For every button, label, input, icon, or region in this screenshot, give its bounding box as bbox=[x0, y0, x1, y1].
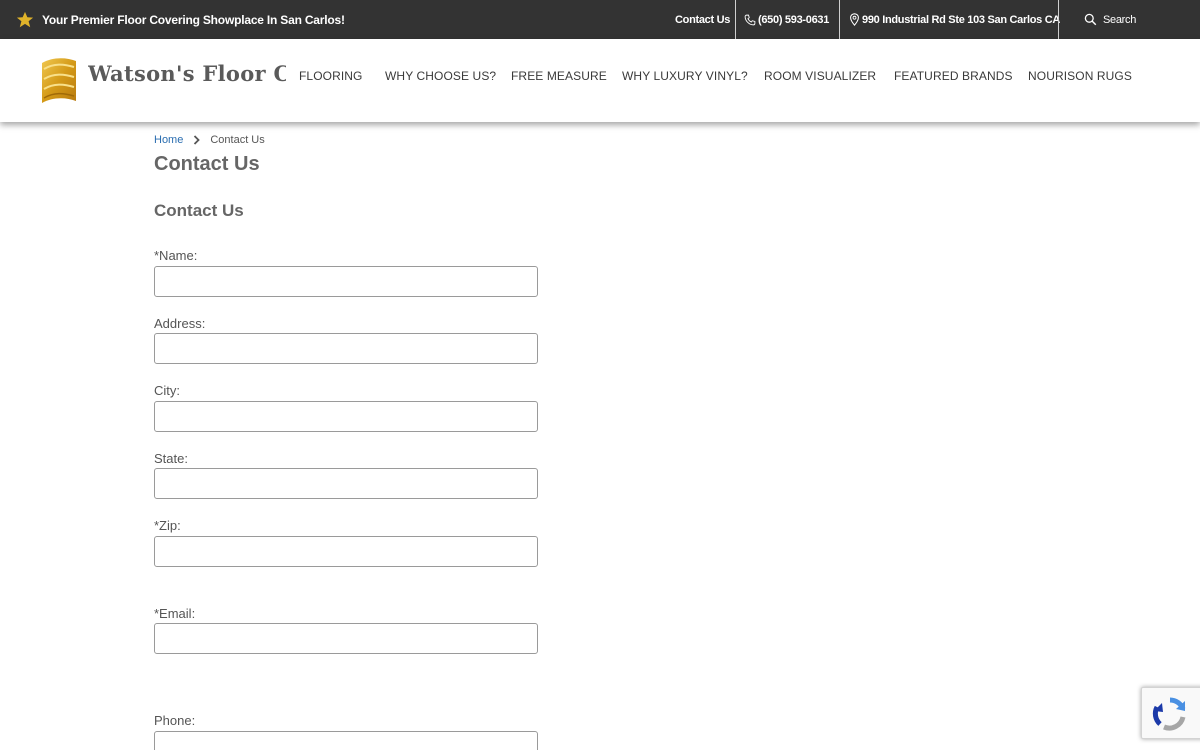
nav-featured-brands[interactable]: FEATURED BRANDS bbox=[894, 69, 1013, 83]
top-bar: Your Premier Floor Covering Showplace In… bbox=[0, 0, 1200, 39]
divider bbox=[839, 0, 840, 39]
logo-text: Watson's Floor Coverings bbox=[88, 61, 286, 86]
divider bbox=[1058, 0, 1059, 39]
state-field[interactable] bbox=[154, 468, 538, 499]
search-label: Search bbox=[1103, 13, 1137, 26]
page-title: Contact Us bbox=[154, 153, 260, 175]
search-button[interactable]: Search bbox=[1084, 0, 1136, 39]
site-header: Watson's Floor Coverings FLOORING WHY CH… bbox=[0, 39, 1200, 122]
breadcrumb: Home Contact Us bbox=[154, 134, 265, 146]
divider bbox=[735, 0, 736, 39]
city-label: City: bbox=[154, 383, 180, 398]
city-field[interactable] bbox=[154, 401, 538, 432]
logo-wordmark[interactable]: Watson's Floor Coverings bbox=[88, 61, 286, 93]
email-field[interactable] bbox=[154, 623, 538, 654]
form-title: Contact Us bbox=[154, 201, 244, 220]
star-icon bbox=[16, 11, 34, 27]
nav-why-luxury-vinyl[interactable]: WHY LUXURY VINYL? bbox=[622, 69, 748, 83]
chevron-right-icon bbox=[194, 135, 201, 145]
phone-icon bbox=[744, 14, 756, 25]
breadcrumb-home[interactable]: Home bbox=[154, 134, 183, 146]
search-icon bbox=[1084, 13, 1097, 26]
contact-us-link[interactable]: Contact Us bbox=[675, 0, 730, 39]
nav-free-measure[interactable]: FREE MEASURE bbox=[511, 69, 607, 83]
address-field[interactable] bbox=[154, 333, 538, 364]
name-field[interactable] bbox=[154, 266, 538, 297]
zip-label: *Zip: bbox=[154, 518, 181, 533]
zip-field[interactable] bbox=[154, 536, 538, 567]
phone-link[interactable]: (650) 593-0631 bbox=[744, 0, 829, 39]
promo-banner: Your Premier Floor Covering Showplace In… bbox=[16, 0, 345, 39]
nav-room-visualizer[interactable]: ROOM VISUALIZER bbox=[764, 69, 876, 83]
promo-text: Your Premier Floor Covering Showplace In… bbox=[42, 12, 345, 27]
nav-flooring[interactable]: FLOORING bbox=[299, 69, 362, 83]
phone-label: Phone: bbox=[154, 713, 196, 728]
recaptcha-icon bbox=[1152, 697, 1186, 731]
email-label: *Email: bbox=[154, 606, 196, 621]
map-pin-icon bbox=[850, 13, 859, 26]
nav-why-choose-us[interactable]: WHY CHOOSE US? bbox=[385, 69, 496, 83]
breadcrumb-current: Contact Us bbox=[210, 134, 265, 146]
state-label: State: bbox=[154, 451, 188, 466]
store-address: 990 Industrial Rd Ste 103 San Carlos CA bbox=[862, 13, 1060, 26]
name-label: *Name: bbox=[154, 248, 198, 263]
address-label: Address: bbox=[154, 316, 206, 331]
phone-number: (650) 593-0631 bbox=[758, 13, 830, 26]
logo-mark-icon[interactable] bbox=[38, 55, 80, 105]
address-link[interactable]: 990 Industrial Rd Ste 103 San Carlos CA bbox=[849, 0, 1060, 39]
phone-field[interactable] bbox=[154, 731, 538, 750]
recaptcha-badge[interactable] bbox=[1141, 687, 1200, 739]
nav-nourison-rugs[interactable]: NOURISON RUGS bbox=[1028, 69, 1132, 83]
